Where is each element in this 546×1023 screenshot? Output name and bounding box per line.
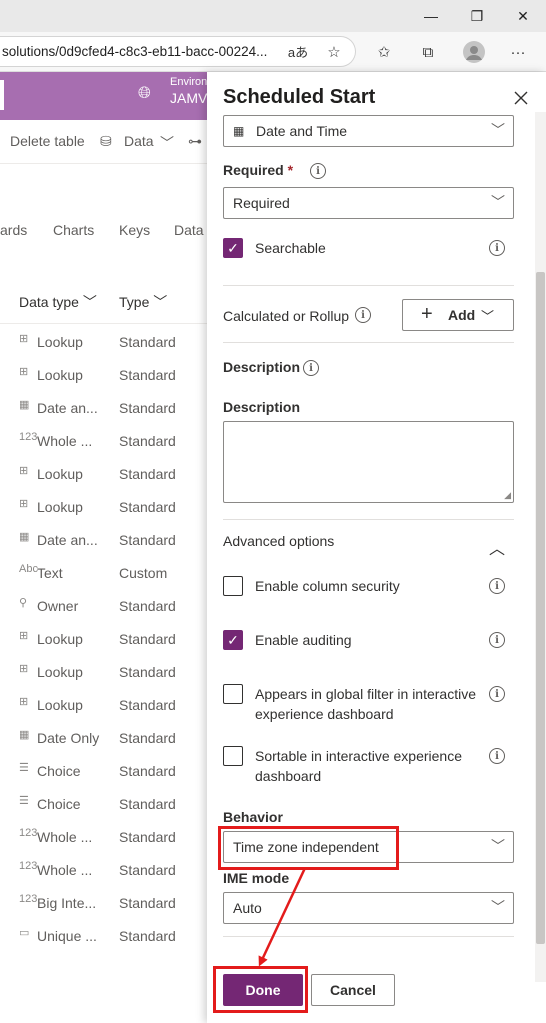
annotation-arrow: [258, 867, 307, 967]
